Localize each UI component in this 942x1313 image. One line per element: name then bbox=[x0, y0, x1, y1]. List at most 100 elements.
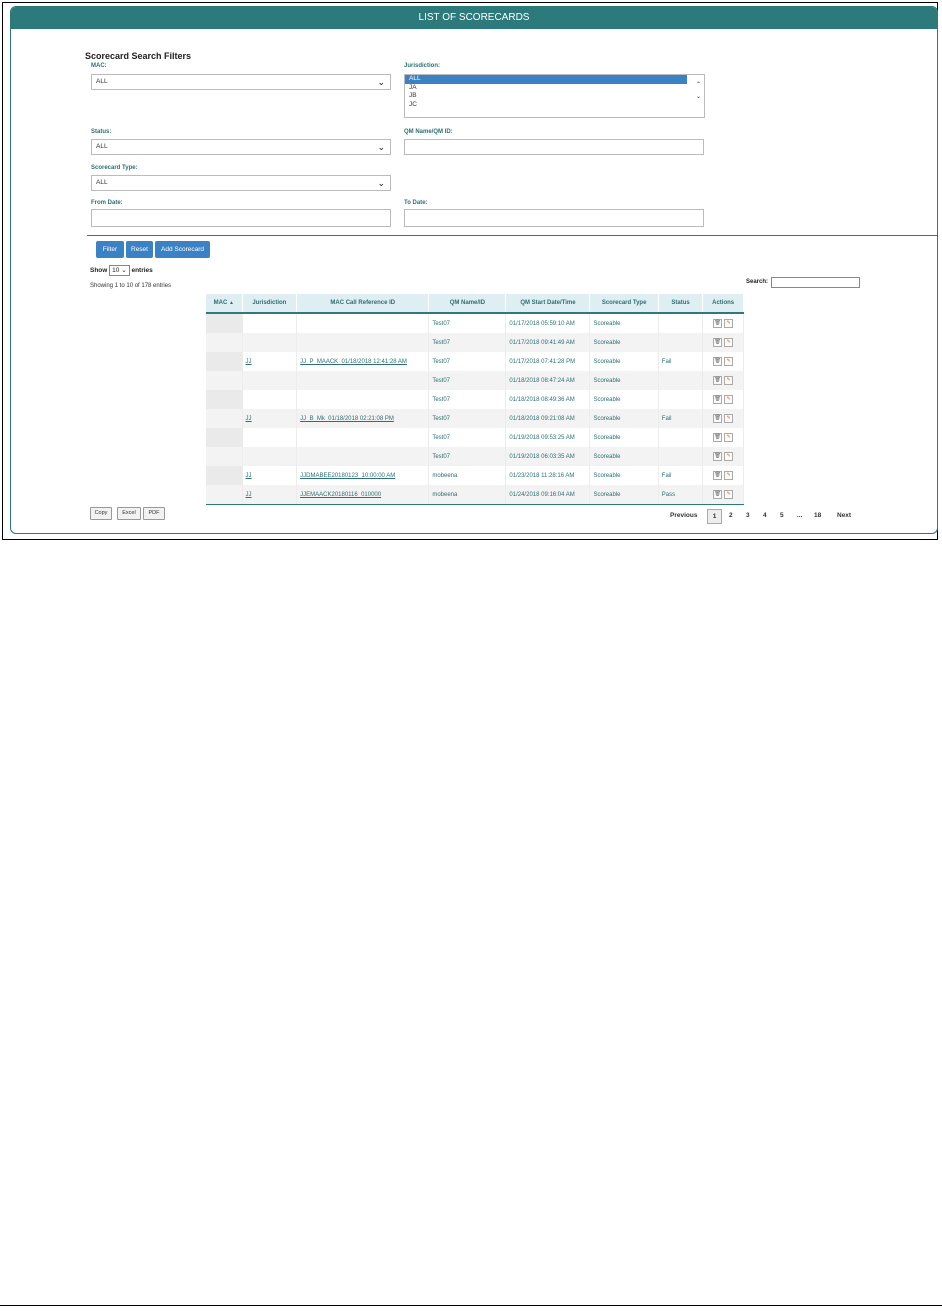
qm-name-cell: Test07 bbox=[428, 333, 507, 352]
jurisdiction-listbox[interactable]: ALL JA JB JC ⌃ ⌄ bbox=[404, 74, 705, 118]
trash-icon[interactable]: 🗑 bbox=[713, 414, 723, 423]
scorecard-type-cell: Scoreable bbox=[589, 333, 659, 352]
qm-name-cell-text: Test07 bbox=[432, 320, 451, 327]
mac-cell bbox=[206, 333, 243, 352]
pencil-icon[interactable]: ✎ bbox=[724, 319, 734, 328]
jurisdiction-cell[interactable] bbox=[242, 313, 298, 333]
filter-button[interactable]: Filter bbox=[96, 241, 124, 258]
jurisdiction-option[interactable]: JC bbox=[405, 101, 704, 110]
copy-button[interactable]: Copy bbox=[90, 507, 112, 520]
pencil-icon[interactable]: ✎ bbox=[724, 376, 734, 385]
jurisdiction-cell[interactable]: JJ bbox=[242, 352, 298, 371]
chevron-down-icon: ⌄ bbox=[377, 77, 385, 87]
from-date-input[interactable] bbox=[91, 209, 391, 227]
page-length-select[interactable]: 10 ⌄ bbox=[109, 265, 130, 276]
table-row: JJ JJDMABEE20180123_10:00:00 AM mobeena 01/… bbox=[206, 466, 744, 485]
col-header-jurisdiction[interactable]: Jurisdiction bbox=[242, 294, 298, 314]
mac-cell bbox=[206, 428, 243, 447]
pencil-icon[interactable]: ✎ bbox=[724, 433, 734, 442]
ref-id-cell[interactable]: JJDMABEE20180123_10:00:00 AM bbox=[296, 466, 430, 485]
scorecard-type-cell: Scoreable bbox=[589, 390, 659, 409]
listbox-scrollbar[interactable]: ⌃ ⌄ bbox=[696, 79, 701, 103]
ref-id-cell[interactable]: JJ_B_Mk_01/18/2018 02:21:08 PM bbox=[296, 409, 430, 428]
pagination-page[interactable]: 3 bbox=[746, 509, 750, 522]
pencil-icon[interactable]: ✎ bbox=[724, 395, 734, 404]
reset-button[interactable]: Reset bbox=[126, 241, 153, 258]
jurisdiction-cell-text[interactable]: JJ bbox=[246, 359, 252, 365]
trash-icon[interactable]: 🗑 bbox=[713, 471, 723, 480]
col-header-status[interactable]: Status bbox=[658, 294, 704, 314]
to-date-input[interactable] bbox=[404, 209, 704, 227]
add-scorecard-button[interactable]: Add Scorecard bbox=[155, 241, 210, 258]
ref-id-cell[interactable] bbox=[296, 447, 430, 466]
start-date-cell: 01/18/2018 08:47:24 AM bbox=[505, 371, 591, 390]
search-input[interactable] bbox=[771, 277, 860, 288]
pagination-page[interactable]: 1 bbox=[707, 509, 722, 524]
trash-icon[interactable]: 🗑 bbox=[713, 376, 723, 385]
ref-id-cell[interactable]: JJ_P_MAACK_01/18/2018 12:41:28 AM bbox=[296, 352, 430, 371]
scorecard-type-select[interactable]: ALL ⌄ bbox=[91, 175, 391, 191]
mac-select[interactable]: ALL ⌄ bbox=[91, 74, 391, 90]
trash-icon[interactable]: 🗑 bbox=[713, 433, 723, 442]
pencil-icon[interactable]: ✎ bbox=[724, 338, 734, 347]
jurisdiction-cell-text[interactable]: JJ bbox=[246, 416, 252, 422]
pencil-icon[interactable]: ✎ bbox=[724, 490, 734, 499]
pencil-icon[interactable]: ✎ bbox=[724, 471, 734, 480]
col-header-ref-id[interactable]: MAC Call Reference ID bbox=[296, 294, 430, 314]
pagination-previous[interactable]: Previous bbox=[670, 509, 697, 522]
jurisdiction-cell[interactable] bbox=[242, 333, 298, 352]
jurisdiction-cell-text[interactable]: JJ bbox=[246, 473, 252, 479]
jurisdiction-option[interactable]: ALL bbox=[405, 75, 687, 84]
trash-icon[interactable]: 🗑 bbox=[713, 395, 723, 404]
pagination-page[interactable]: 4 bbox=[763, 509, 767, 522]
chevron-down-icon: ⌄ bbox=[377, 142, 385, 152]
from-date-label: From Date: bbox=[91, 200, 123, 206]
pencil-icon[interactable]: ✎ bbox=[724, 414, 734, 423]
pagination-page[interactable]: 5 bbox=[780, 509, 784, 522]
qm-name-cell: Test07 bbox=[428, 428, 507, 447]
jurisdiction-cell[interactable] bbox=[242, 390, 298, 409]
ref-id-cell[interactable]: JJEMAACK20180116_010000 bbox=[296, 485, 430, 505]
scorecard-type-label: Scorecard Type: bbox=[91, 165, 138, 171]
jurisdiction-option[interactable]: JB bbox=[405, 92, 704, 101]
trash-icon[interactable]: 🗑 bbox=[713, 319, 723, 328]
pencil-icon[interactable]: ✎ bbox=[724, 452, 734, 461]
qm-name-input[interactable] bbox=[404, 139, 704, 155]
col-header-scorecard-type[interactable]: Scorecard Type bbox=[589, 294, 659, 314]
pagination-page[interactable]: 2 bbox=[729, 509, 733, 522]
pagination-next[interactable]: Next bbox=[837, 509, 851, 522]
ref-id-cell[interactable] bbox=[296, 371, 430, 390]
col-header-qm-name[interactable]: QM Name/ID bbox=[428, 294, 507, 314]
excel-button[interactable]: Excel bbox=[117, 507, 141, 520]
jurisdiction-cell[interactable] bbox=[242, 428, 298, 447]
qm-name-cell: Test07 bbox=[428, 409, 507, 428]
col-header-start-date[interactable]: QM Start Date/Time bbox=[505, 294, 591, 314]
ref-id-cell[interactable] bbox=[296, 390, 430, 409]
ref-id-cell-text[interactable]: JJDMABEE20180123_10:00:00 AM bbox=[300, 473, 395, 479]
status-select[interactable]: ALL ⌄ bbox=[91, 139, 391, 155]
jurisdiction-cell[interactable] bbox=[242, 371, 298, 390]
ref-id-cell-text[interactable]: JJ_P_MAACK_01/18/2018 12:41:28 AM bbox=[300, 359, 407, 365]
pdf-button[interactable]: PDF bbox=[143, 507, 165, 520]
page-title: LIST OF SCORECARDS bbox=[11, 7, 937, 29]
jurisdiction-cell[interactable]: JJ bbox=[242, 485, 298, 505]
ref-id-cell[interactable] bbox=[296, 313, 430, 333]
trash-icon[interactable]: 🗑 bbox=[713, 490, 723, 499]
trash-icon[interactable]: 🗑 bbox=[713, 357, 723, 366]
jurisdiction-cell[interactable]: JJ bbox=[242, 466, 298, 485]
jurisdiction-cell-text[interactable]: JJ bbox=[246, 492, 252, 498]
jurisdiction-cell[interactable]: JJ bbox=[242, 409, 298, 428]
qm-name-cell-text: Test07 bbox=[432, 358, 451, 365]
trash-icon[interactable]: 🗑 bbox=[713, 338, 723, 347]
jurisdiction-cell[interactable] bbox=[242, 447, 298, 466]
col-header-mac[interactable]: MAC ▲ bbox=[206, 294, 243, 314]
pagination-page[interactable]: 18 bbox=[814, 509, 821, 522]
ref-id-cell-text[interactable]: JJEMAACK20180116_010000 bbox=[300, 492, 381, 498]
ref-id-cell[interactable] bbox=[296, 333, 430, 352]
actions-cell: 🗑 ✎ bbox=[702, 333, 744, 352]
trash-icon[interactable]: 🗑 bbox=[713, 452, 723, 461]
ref-id-cell[interactable] bbox=[296, 428, 430, 447]
pencil-icon[interactable]: ✎ bbox=[724, 357, 734, 366]
jurisdiction-option[interactable]: JA bbox=[405, 84, 704, 93]
ref-id-cell-text[interactable]: JJ_B_Mk_01/18/2018 02:21:08 PM bbox=[300, 416, 394, 422]
